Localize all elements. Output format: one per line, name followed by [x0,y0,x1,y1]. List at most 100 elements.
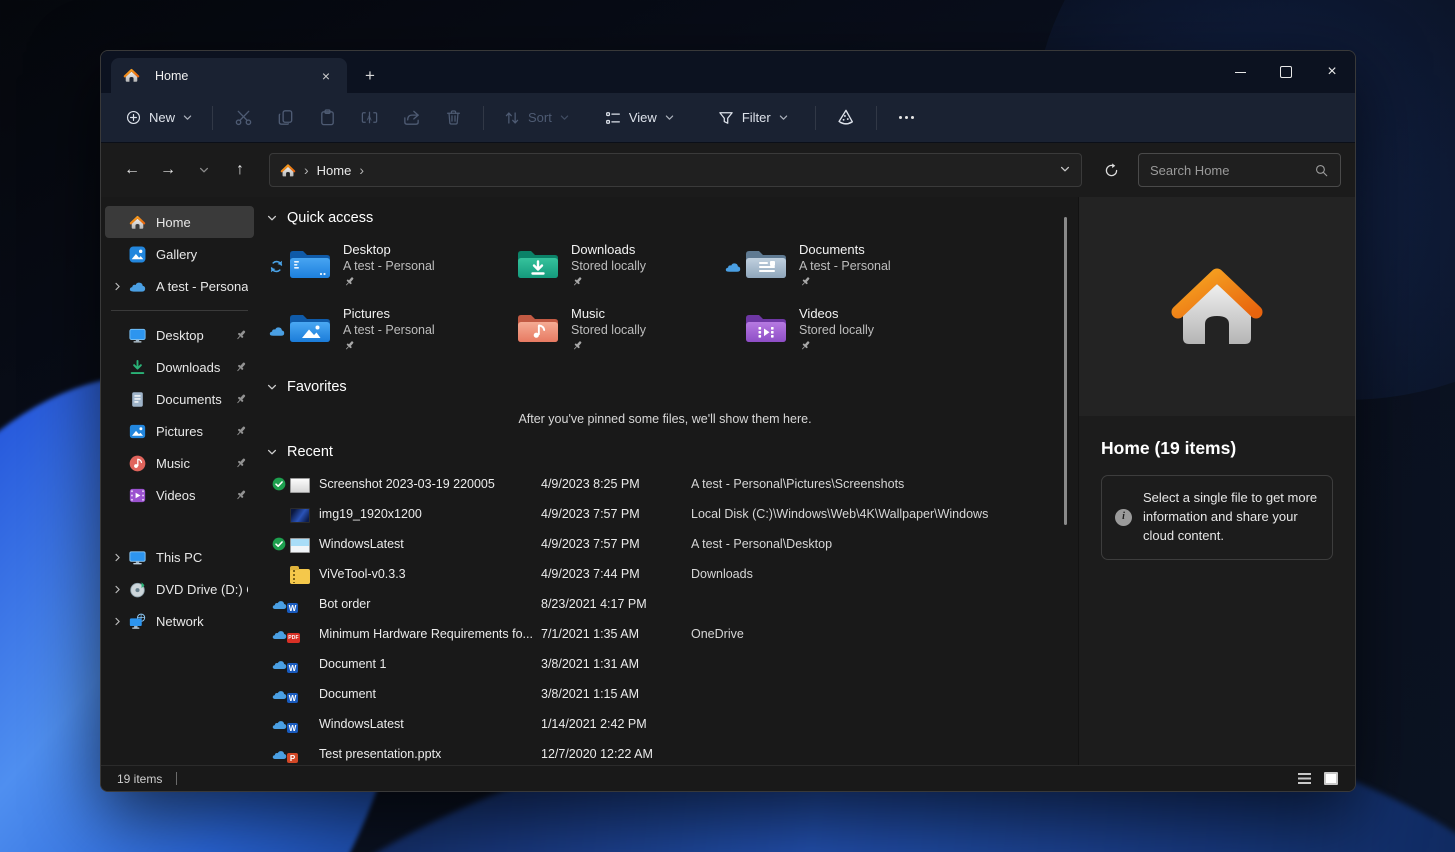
quick-access-header[interactable]: Quick access [266,210,1064,226]
tab-close-icon[interactable]: × [315,65,337,87]
tab-strip: Home × + × [101,51,1355,93]
toolbar-divider [876,106,877,130]
recent-file-row[interactable]: PDF Minimum Hardware Requirements fo... … [266,619,1064,649]
chevron-right-icon[interactable] [109,552,125,563]
section-label: Quick access [287,210,373,226]
rename-icon [360,108,379,127]
sidebar-item-network[interactable]: Network [105,605,254,637]
close-button[interactable]: × [1309,51,1355,93]
sidebar-item-label: This PC [156,550,202,565]
sidebar-item-onedrive[interactable]: A test - Personal [105,270,254,302]
sidebar-item-desktop[interactable]: Desktop [105,319,254,351]
pin-icon [234,424,248,438]
share-button[interactable] [390,101,432,135]
see-more-button[interactable] [886,101,928,135]
back-button[interactable]: ← [115,154,149,186]
image-thumbnail-icon [290,536,319,553]
recent-file-row[interactable]: W WindowsLatest 1/14/2021 2:42 PM [266,709,1064,739]
chevron-right-icon[interactable] [109,616,125,627]
chevron-down-icon [266,381,278,393]
recent-locations-button[interactable] [187,154,221,186]
thumbnails-view-button[interactable] [1322,771,1339,786]
tile-name: Pictures [343,306,435,321]
search-input[interactable]: Search Home [1138,153,1341,187]
tile-videos[interactable]: Videos Stored locally [724,303,952,358]
tile-desktop[interactable]: Desktop A test - Personal [268,239,496,294]
recent-file-row[interactable]: W Document 3/8/2021 1:15 AM [266,679,1064,709]
delete-button[interactable] [432,101,474,135]
vertical-scrollbar[interactable] [1064,217,1067,525]
details-hero [1079,197,1355,416]
tile-subtitle: A test - Personal [343,323,435,337]
sidebar-item-gallery[interactable]: Gallery [105,238,254,270]
item-count: 19 items [117,772,162,786]
sort-icon [503,109,521,127]
sort-button-label: Sort [528,110,552,125]
paste-button[interactable] [306,101,348,135]
new-tab-button[interactable]: + [355,62,385,90]
sidebar-divider [111,310,248,311]
new-button[interactable]: New [115,101,203,135]
toolbar-divider [212,106,213,130]
word-document-icon: W [290,654,319,674]
sidebar-item-home[interactable]: Home [105,206,254,238]
toolbar-divider [815,106,816,130]
recent-file-row[interactable]: WindowsLatest 4/9/2023 7:57 PM A test - … [266,529,1064,559]
sort-button[interactable]: Sort [493,101,580,135]
chevron-down-icon [778,112,789,123]
sidebar-item-videos[interactable]: Videos [105,479,254,511]
breadcrumb[interactable]: › Home › [269,153,1082,187]
rename-button[interactable] [348,101,390,135]
chevron-down-icon [559,112,570,123]
cut-button[interactable] [222,101,264,135]
recent-file-row[interactable]: img19_1920x1200 4/9/2023 7:57 PM Local D… [266,499,1064,529]
recent-file-row[interactable]: W Bot order 8/23/2021 4:17 PM [266,589,1064,619]
recent-file-row[interactable]: Screenshot 2023-03-19 220005 4/9/2023 8:… [266,469,1064,499]
videos-folder-icon [744,309,788,347]
favorites-empty-message: After you've pinned some files, we'll sh… [266,412,1064,426]
recent-header[interactable]: Recent [266,444,1064,460]
copy-button[interactable] [264,101,306,135]
section-label: Favorites [287,379,347,395]
maximize-button[interactable] [1263,51,1309,93]
filter-button[interactable]: Filter [707,101,799,135]
recent-file-row[interactable]: ViVeTool-v0.3.3 4/9/2023 7:44 PM Downloa… [266,559,1064,589]
recent-file-row[interactable]: P Test presentation.pptx 12/7/2020 12:22… [266,739,1064,765]
forward-button[interactable]: → [151,154,185,186]
chevron-right-icon[interactable] [109,584,125,595]
sidebar-item-documents[interactable]: Documents [105,383,254,415]
details-view-button[interactable] [1296,771,1313,786]
sidebar-item-music[interactable]: Music [105,447,254,479]
this-pc-icon [129,549,146,566]
sidebar-item-pictures[interactable]: Pictures [105,415,254,447]
home-icon [123,67,140,84]
tile-downloads[interactable]: Downloads Stored locally [496,239,724,294]
breadcrumb-item-home[interactable]: Home [317,163,352,178]
address-dropdown-icon[interactable] [1059,163,1071,178]
sidebar-item-downloads[interactable]: Downloads [105,351,254,383]
view-button[interactable]: View [594,101,685,135]
tile-documents[interactable]: Documents A test - Personal [724,239,952,294]
quick-access-grid: Desktop A test - Personal Downloads Stor… [268,239,1064,358]
refresh-button[interactable] [1094,154,1128,186]
view-button-label: View [629,110,657,125]
minimize-button[interactable] [1217,51,1263,93]
tab-home[interactable]: Home × [111,58,347,93]
sidebar-item-dvd-drive[interactable]: DVD Drive (D:) CCC [105,573,254,605]
gallery-icon [129,246,146,263]
favorites-header[interactable]: Favorites [266,379,1064,395]
pin-icon [571,275,584,288]
tile-pictures[interactable]: Pictures A test - Personal [268,303,496,358]
up-button[interactable]: ↑ [223,154,257,186]
details-info-text: Select a single file to get more informa… [1143,489,1319,546]
chevron-right-icon[interactable] [109,281,125,292]
pizza-button[interactable] [825,101,867,135]
home-icon [129,214,146,231]
recent-file-row[interactable]: W Document 1 3/8/2021 1:31 AM [266,649,1064,679]
documents-folder-icon [744,245,788,283]
status-divider [176,772,177,785]
sidebar-item-this-pc[interactable]: This PC [105,541,254,573]
breadcrumb-separator: › [359,162,364,178]
tile-music[interactable]: Music Stored locally [496,303,724,358]
synced-status-icon [272,537,290,551]
